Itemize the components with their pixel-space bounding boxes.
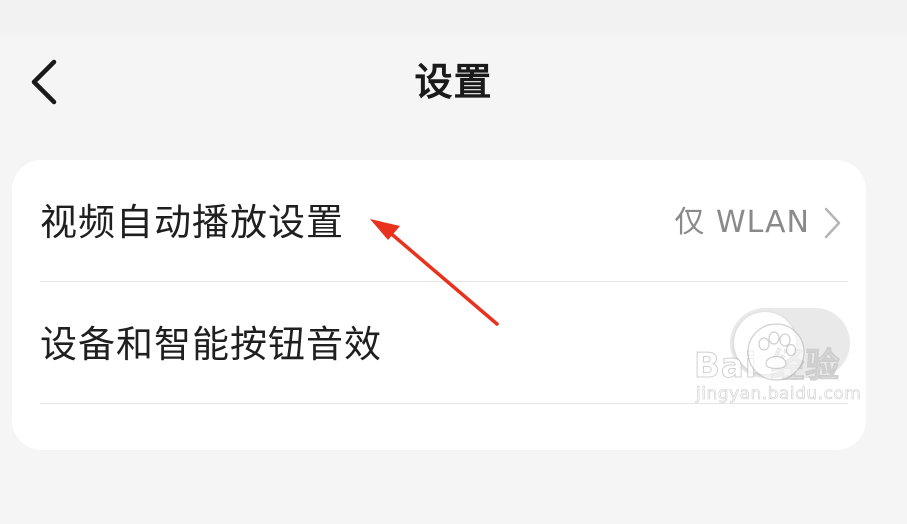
settings-row-label: 设备和智能按钮音效 [40, 323, 382, 366]
settings-card: 视频自动播放设置 仅 WLAN 设备和智能按钮音效 [12, 160, 866, 450]
settings-row-partial[interactable] [12, 404, 866, 524]
status-bar-area [0, 0, 907, 34]
sound-toggle-switch[interactable] [730, 308, 850, 378]
settings-row-video-autoplay[interactable]: 视频自动播放设置 仅 WLAN [12, 160, 866, 280]
settings-row-value: 仅 WLAN [674, 205, 810, 240]
settings-row-label: 视频自动播放设置 [40, 201, 344, 244]
navigation-header: 设置 [0, 34, 907, 130]
toggle-knob [734, 312, 796, 374]
chevron-right-icon [824, 207, 841, 239]
page-title: 设置 [414, 60, 493, 104]
